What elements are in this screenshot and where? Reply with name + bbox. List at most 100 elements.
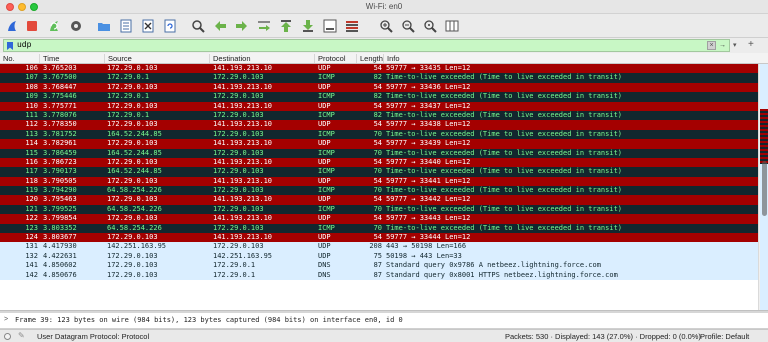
packet-row[interactable]: 121 3.799525 64.58.254.226 172.29.0.103 ICMP… (0, 204, 758, 215)
expert-info-icon[interactable] (4, 333, 11, 340)
resize-columns-icon[interactable] (444, 18, 460, 34)
packet-info: 59777 → 33438 Len=12 (386, 120, 471, 129)
packet-info: Time-to-live exceeded (Time to live exce… (386, 92, 623, 101)
packet-row[interactable]: 123 3.803352 64.58.254.226 172.29.0.103 ICMP… (0, 223, 758, 234)
column-header-protocol[interactable]: Protocol (315, 54, 357, 63)
open-folder-icon[interactable] (96, 18, 112, 34)
clear-filter-button[interactable]: × (707, 41, 716, 50)
column-header-time[interactable]: Time (40, 54, 105, 63)
packet-row[interactable]: 112 3.778350 172.29.0.103 141.193.213.10 UDP… (0, 120, 758, 130)
packet-info: Time-to-live exceeded (Time to live exce… (386, 110, 623, 119)
status-profile[interactable]: Profile: Default (700, 332, 749, 341)
packet-source: 164.52.244.85 (107, 167, 162, 176)
column-header-length[interactable]: Length (357, 54, 384, 63)
edit-comment-icon[interactable]: ✎ (18, 331, 25, 340)
packet-row[interactable]: 122 3.799854 172.29.0.103 141.193.213.10 UDP… (0, 214, 758, 224)
restart-icon[interactable] (46, 18, 62, 34)
packet-length: 208 (369, 242, 382, 251)
packet-protocol: ICMP (318, 204, 335, 213)
packet-no: 124 (25, 233, 38, 242)
shark-fin-start-icon[interactable] (4, 18, 20, 34)
display-filter-input[interactable]: udp × → (3, 39, 730, 52)
packet-time: 3.790505 (43, 176, 77, 185)
packet-source: 172.29.0.103 (107, 214, 158, 223)
packet-row[interactable]: 110 3.775771 172.29.0.103 141.193.213.10 UDP… (0, 101, 758, 111)
packet-row[interactable]: 131 4.417930 142.251.163.95 172.29.0.103 UDP… (0, 242, 758, 252)
packet-length: 87 (373, 261, 382, 270)
go-last-icon[interactable] (300, 18, 316, 34)
column-header-info[interactable]: Info (384, 54, 758, 63)
column-header-no[interactable]: No. (0, 54, 40, 63)
scrollbar-thumb[interactable] (762, 161, 767, 216)
packet-no: 110 (25, 101, 38, 110)
close-file-icon[interactable] (140, 18, 156, 34)
column-header-source[interactable]: Source (105, 54, 210, 63)
packet-info: Time-to-live exceeded (Time to live exce… (386, 186, 623, 195)
packet-row[interactable]: 113 3.781752 164.52.244.85 172.29.0.103 ICMP… (0, 129, 758, 140)
packet-details-pane[interactable]: > Frame 39: 123 bytes on wire (984 bits)… (0, 313, 768, 329)
packet-row[interactable]: 111 3.778076 172.29.0.1 172.29.0.103 ICMP 82 T… (0, 110, 758, 121)
packet-no: 109 (25, 92, 38, 101)
packet-info: Time-to-live exceeded (Time to live exce… (386, 204, 623, 213)
filter-history-dropdown[interactable]: ▾ (733, 41, 737, 49)
go-back-icon[interactable] (212, 18, 228, 34)
colorize-icon[interactable] (344, 18, 360, 34)
packet-length: 54 (373, 176, 382, 185)
packet-info: 59777 → 33435 Len=12 (386, 64, 471, 72)
packet-row[interactable]: 108 3.768447 172.29.0.103 141.193.213.10 UDP… (0, 82, 758, 93)
packet-row[interactable]: 107 3.767500 172.29.0.1 172.29.0.103 ICMP 82 T… (0, 73, 758, 83)
packet-list[interactable]: No. Time Source Destination Protocol Len… (0, 53, 768, 310)
open-file-icon[interactable] (118, 18, 134, 34)
find-packet-icon[interactable] (190, 18, 206, 34)
go-first-icon[interactable] (278, 18, 294, 34)
packet-row[interactable]: 116 3.786723 172.29.0.103 141.193.213.10 UDP… (0, 157, 758, 168)
expand-arrow-icon[interactable]: > (4, 316, 8, 323)
packet-row[interactable]: 118 3.790505 172.29.0.103 141.193.213.10 UDP… (0, 176, 758, 187)
packet-destination: 141.193.213.10 (213, 139, 273, 148)
filter-bookmark-icon[interactable] (7, 42, 13, 50)
packet-time: 3.803352 (43, 223, 77, 232)
go-forward-icon[interactable] (234, 18, 250, 34)
packet-row[interactable]: 106 3.765203 172.29.0.103 141.193.213.10 UDP… (0, 64, 758, 74)
packet-length: 54 (373, 195, 382, 204)
packet-time: 4.850602 (43, 261, 77, 270)
packet-info: Standard query 0x8001 HTTPS netbeez.ligh… (386, 270, 618, 279)
packet-destination: 172.29.0.103 (213, 73, 264, 82)
packet-row[interactable]: 132 4.422631 172.29.0.103 142.251.163.95 UDP… (0, 251, 758, 262)
frame-summary[interactable]: Frame 39: 123 bytes on wire (984 bits), … (15, 316, 403, 324)
packet-protocol: UDP (318, 82, 331, 91)
packet-time: 4.417930 (43, 242, 77, 251)
reload-file-icon[interactable] (162, 18, 178, 34)
packet-row[interactable]: 142 4.850676 172.29.0.103 172.29.0.1 DNS 87 St… (0, 270, 758, 280)
display-filter-value[interactable]: udp (17, 41, 31, 50)
packet-row[interactable]: 117 3.790173 164.52.244.85 172.29.0.103 ICMP… (0, 167, 758, 177)
packet-row[interactable]: 124 3.803677 172.29.0.103 141.193.213.10 UDP… (0, 233, 758, 243)
packet-row[interactable]: 141 4.850602 172.29.0.103 172.29.0.1 DNS 87 St… (0, 261, 758, 271)
add-filter-button[interactable]: + (748, 39, 754, 50)
zoom-in-icon[interactable] (378, 18, 394, 34)
packet-row[interactable]: 119 3.794290 64.58.254.226 172.29.0.103 ICMP… (0, 186, 758, 196)
packet-length: 54 (373, 64, 382, 72)
packet-row[interactable]: 120 3.795463 172.29.0.103 141.193.213.10 UDP… (0, 195, 758, 205)
stop-square-icon[interactable] (24, 18, 40, 34)
zoom-out-icon[interactable] (400, 18, 416, 34)
packet-protocol: UDP (318, 214, 331, 223)
apply-filter-button[interactable]: → (718, 41, 727, 50)
column-header-destination[interactable]: Destination (210, 54, 315, 63)
packet-length: 82 (373, 110, 382, 119)
capture-options-icon[interactable] (68, 18, 84, 34)
packet-source: 164.52.244.85 (107, 148, 162, 157)
auto-scroll-icon[interactable] (322, 18, 338, 34)
packet-row[interactable]: 114 3.782961 172.29.0.103 141.193.213.10 UDP… (0, 139, 758, 149)
go-to-packet-icon[interactable] (256, 18, 272, 34)
packet-info: Time-to-live exceeded (Time to live exce… (386, 129, 623, 138)
packet-destination: 141.193.213.10 (213, 195, 273, 204)
packet-info: 50198 → 443 Len=33 (386, 251, 462, 260)
packet-time: 3.803677 (43, 233, 77, 242)
packet-row[interactable]: 115 3.786459 164.52.244.85 172.29.0.103 ICMP… (0, 148, 758, 158)
packet-length: 82 (373, 92, 382, 101)
packet-time: 4.422631 (43, 251, 77, 260)
packet-row[interactable]: 109 3.775446 172.29.0.1 172.29.0.103 ICMP 82 T… (0, 92, 758, 102)
zoom-normal-icon[interactable] (422, 18, 438, 34)
packet-time: 3.786723 (43, 157, 77, 166)
